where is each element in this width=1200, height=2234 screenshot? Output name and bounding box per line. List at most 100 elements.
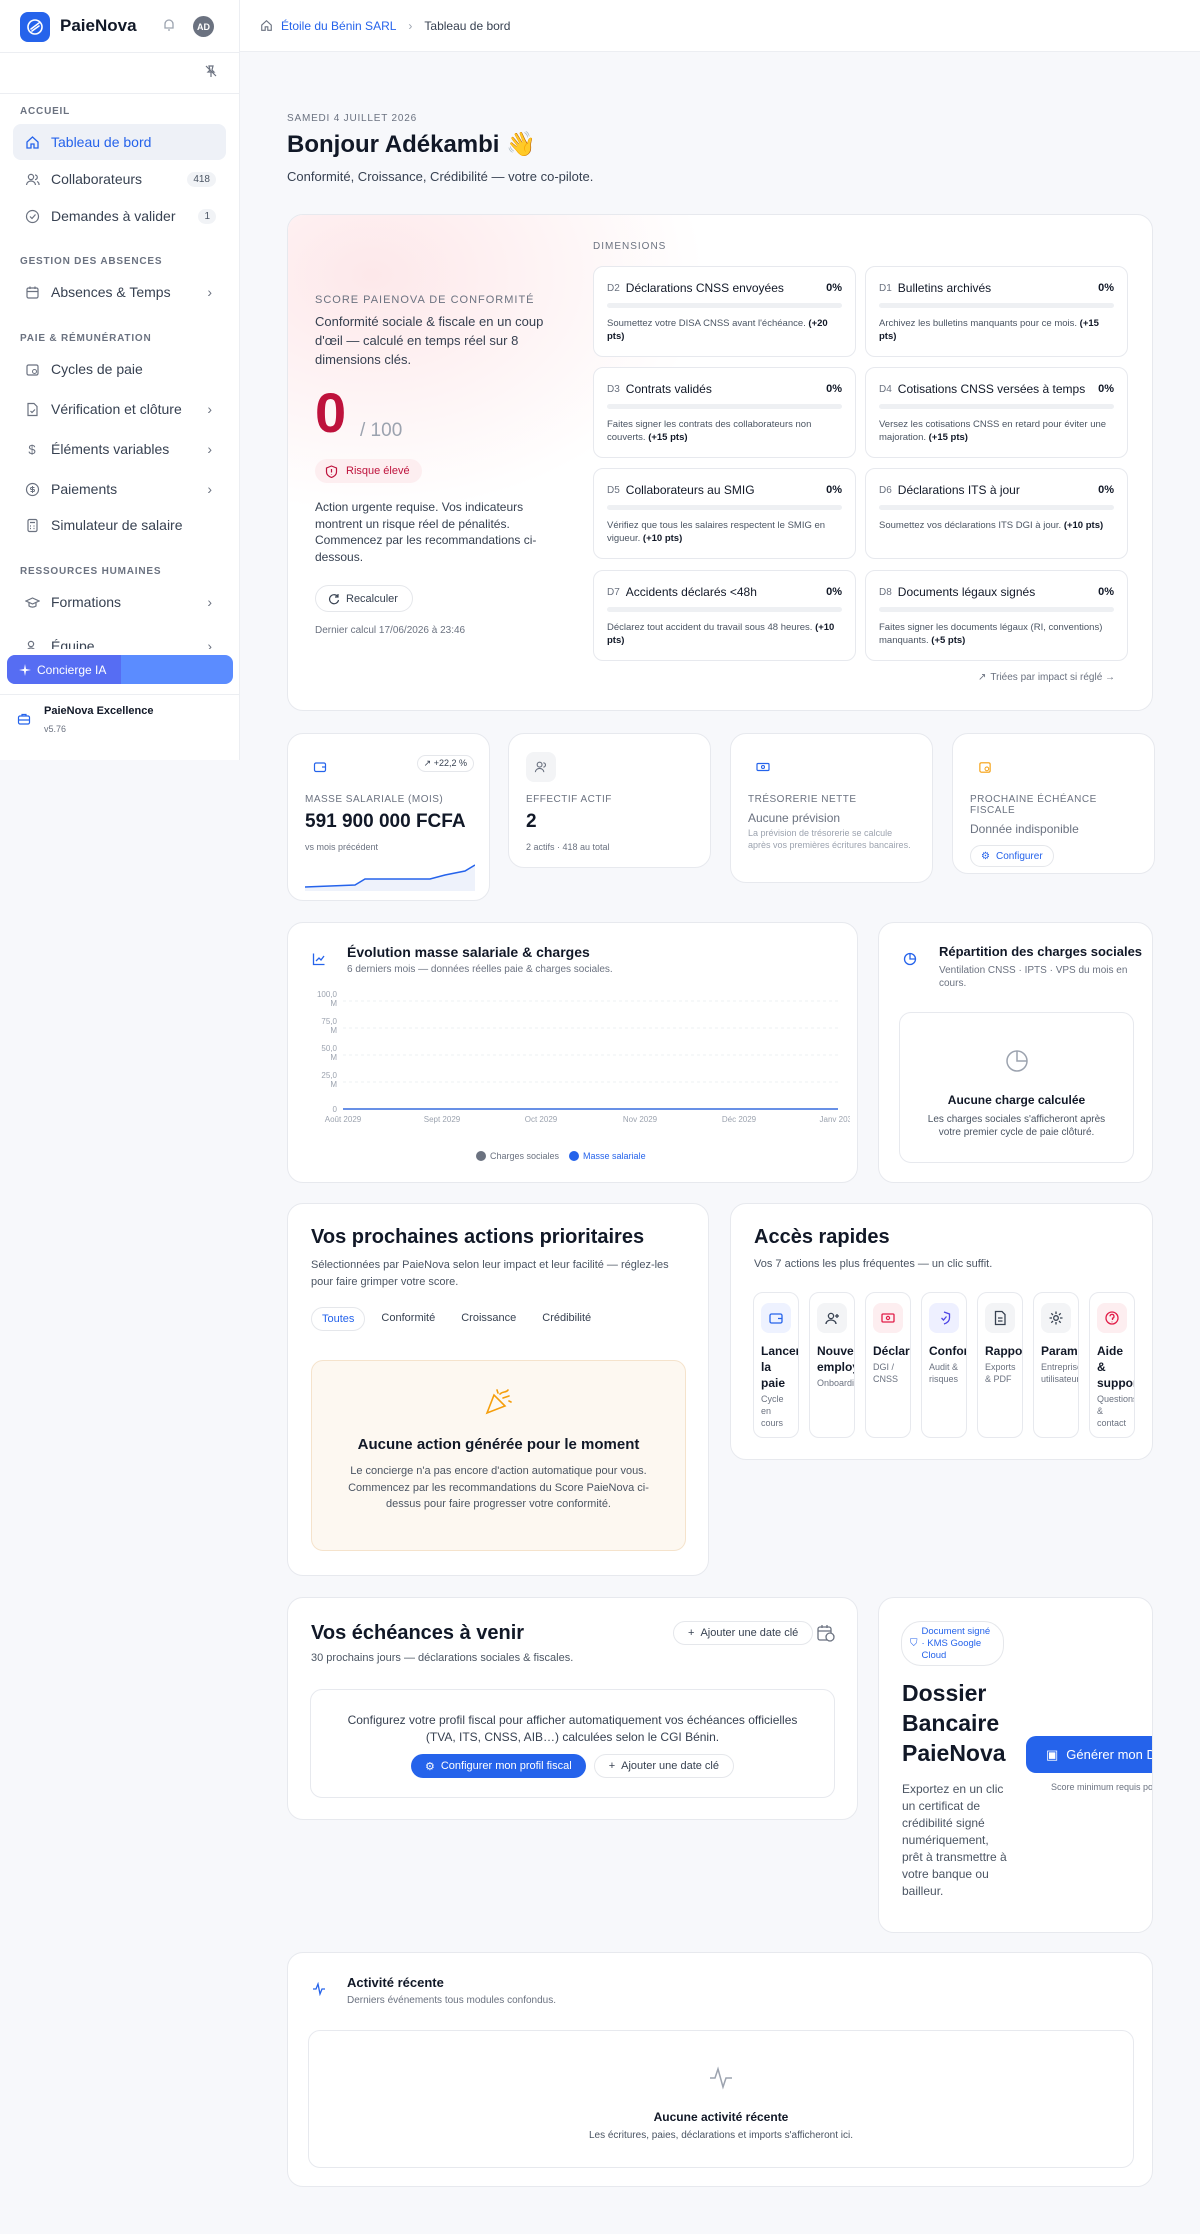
sidebar-item-simulateur[interactable]: Simulateur de salaire	[13, 507, 226, 543]
dimension-percent: 0%	[1098, 383, 1114, 395]
home-icon	[24, 135, 40, 150]
recalculate-button[interactable]: Recalculer	[315, 585, 413, 612]
dossier-note: Score minimum requis pour générer	[1051, 1782, 1153, 1792]
x-tick-label: Août 2029	[325, 1115, 362, 1124]
quick-action[interactable]: Déclarer DGI / CNSS	[865, 1292, 911, 1438]
configure-fiscal-profile-button[interactable]: ⚙ Configurer mon profil fiscal	[410, 1754, 586, 1778]
x-tick-label: Nov 2029	[623, 1115, 658, 1124]
sidebar-item-demandes[interactable]: Demandes à valider 1	[13, 198, 226, 234]
signed-document-badge: ⛉ Document signé · KMS Google Cloud	[901, 1621, 1004, 1666]
dimension-code: D8	[879, 586, 892, 598]
configure-button[interactable]: ⚙ Configurer	[970, 845, 1054, 867]
dimension-card[interactable]: D7 Accidents déclarés <48h 0% Déclarez tout…	[593, 570, 856, 661]
dimension-name: Déclarations ITS à jour	[897, 483, 1020, 497]
file-text-icon	[985, 1303, 1015, 1333]
kpi-sub: vs mois précédent	[305, 842, 379, 852]
sidebar-item-dashboard[interactable]: Tableau de bord	[13, 124, 226, 160]
tab-credibilite[interactable]: Crédibilité	[532, 1307, 601, 1331]
fiscal-profile-text: Configurez votre profil fiscal pour affi…	[347, 1713, 798, 1744]
concierge-ia-button[interactable]: Concierge IA	[7, 655, 233, 684]
dimension-hint: Faites signer les contrats des collabora…	[607, 419, 812, 443]
wallet-icon	[761, 1303, 791, 1333]
y-tick-label: 50,0 M	[321, 1044, 337, 1062]
dimension-hint: Déclarez tout accident du travail sous 4…	[607, 622, 813, 633]
generate-dossier-button[interactable]: ▣ Générer mon Dossier	[1026, 1736, 1152, 1773]
quick-action[interactable]: Nouvel employé Onboarding	[809, 1292, 855, 1438]
quick-action[interactable]: Aide & support Questions & contact	[1089, 1292, 1135, 1438]
kpi-treasury[interactable]: TRÉSORERIE NETTE Aucune prévision La pré…	[730, 733, 933, 883]
legend-item[interactable]: Charges sociales	[476, 1151, 559, 1161]
add-key-date-button-2[interactable]: + Ajouter une date clé	[593, 1754, 734, 1778]
dimensions-title: DIMENSIONS	[593, 241, 667, 252]
empty-text: Les écritures, paies, déclarations et im…	[588, 2130, 854, 2141]
breadcrumb: Étoile du Bénin SARL › Tableau de bord	[240, 0, 1200, 52]
quick-action[interactable]: Conformité Audit & risques	[921, 1292, 967, 1438]
sidebar-item-paiements[interactable]: Paiements ›	[13, 471, 226, 507]
legend-item[interactable]: Masse salariale	[569, 1151, 646, 1161]
section-rh: RESSOURCES HUMAINES	[20, 566, 162, 577]
dimension-hint: Versez les cotisations CNSS en retard po…	[879, 419, 1107, 443]
tab-conformite[interactable]: Conformité	[371, 1307, 445, 1331]
dimension-card[interactable]: D8 Documents légaux signés 0% Faites signer…	[865, 570, 1128, 661]
plus-icon: +	[608, 1760, 616, 1772]
empty-text: Les charges sociales s'afficheront après…	[927, 1114, 1106, 1138]
section-paie: PAIE & RÉMUNÉRATION	[20, 333, 152, 344]
kpi-payroll[interactable]: ↗ +22,2 % MASSE SALARIALE (MOIS) 591 900…	[287, 733, 490, 901]
pie-chart-icon	[903, 952, 917, 966]
sidebar-item-cycles[interactable]: Cycles de paie	[13, 351, 226, 387]
dimension-name: Contrats validés	[625, 382, 712, 396]
file-check-icon	[24, 402, 40, 417]
add-key-date-button[interactable]: + Ajouter une date clé	[673, 1621, 814, 1645]
y-tick-label: 25,0 M	[321, 1071, 337, 1089]
tab-croissance[interactable]: Croissance	[451, 1307, 526, 1331]
dimension-percent: 0%	[826, 383, 842, 395]
risk-badge: Risque élevé	[315, 459, 422, 483]
last-calc: Dernier calcul 17/06/2026 à 23:46	[315, 625, 466, 636]
avatar[interactable]: AD	[193, 16, 214, 37]
quick-action-sub: Onboarding	[817, 1378, 855, 1388]
home-icon[interactable]	[260, 19, 273, 32]
kpi-tax-deadline[interactable]: PROCHAINE ÉCHÉANCE FISCALE Donnée indisp…	[952, 733, 1155, 874]
quick-action[interactable]: Rapports Exports & PDF	[977, 1292, 1023, 1438]
chevron-right-icon: ›	[408, 18, 413, 33]
breadcrumb-company[interactable]: Étoile du Bénin SARL	[281, 19, 396, 33]
calendar-icon	[24, 285, 40, 300]
calendar-clock-icon[interactable]	[816, 1623, 836, 1643]
calendar-clock-icon	[970, 752, 1000, 782]
quick-action[interactable]: Lancer la paie Cycle en cours	[753, 1292, 799, 1438]
graduation-icon	[24, 595, 40, 610]
sidebar-item-formations[interactable]: Formations ›	[13, 584, 226, 620]
dimension-card[interactable]: D4 Cotisations CNSS versées à temps 0% Vers…	[865, 367, 1128, 458]
dimension-code: D1	[879, 282, 892, 294]
section-accueil: ACCUEIL	[20, 106, 71, 117]
sidebar-item-equipe[interactable]: Équipe ›	[13, 628, 226, 649]
sidebar-item-collaborateurs[interactable]: Collaborateurs 418	[13, 161, 226, 197]
breadcrumb-current: Tableau de bord	[424, 18, 511, 33]
dimension-card[interactable]: D2 Déclarations CNSS envoyées 0% Soumettez …	[593, 266, 856, 357]
x-tick-label: Janv 2030	[820, 1115, 850, 1124]
kpi-label: MASSE SALARIALE (MOIS)	[305, 794, 444, 805]
dimension-code: D4	[879, 383, 892, 395]
sidebar-item-verification[interactable]: Vérification et clôture ›	[13, 391, 226, 427]
bell-icon[interactable]	[162, 18, 176, 32]
actions-subtitle: Sélectionnées par PaieNova selon leur im…	[311, 1259, 669, 1288]
x-tick-label: Oct 2029	[525, 1115, 558, 1124]
quick-action-title: Conformité	[929, 1344, 966, 1358]
dimension-card[interactable]: D1 Bulletins archivés 0% Archivez les bulle…	[865, 266, 1128, 357]
dimension-card[interactable]: D6 Déclarations ITS à jour 0% Soumettez vos…	[865, 468, 1128, 559]
sidebar-item-label: Collaborateurs	[51, 171, 143, 187]
quick-action[interactable]: Paramètres Entreprise, utilisateurs	[1033, 1292, 1079, 1438]
pin-off-icon[interactable]	[204, 64, 218, 78]
sidebar-item-elements[interactable]: $ Éléments variables ›	[13, 431, 226, 467]
sorted-note[interactable]: ↗ Triées par impact si réglé →	[978, 672, 1115, 683]
section-absences: GESTION DES ABSENCES	[20, 256, 163, 267]
sidebar-item-absences[interactable]: Absences & Temps ›	[13, 274, 226, 310]
tab-toutes[interactable]: Toutes	[311, 1307, 366, 1331]
dimension-card[interactable]: D5 Collaborateurs au SMIG 0% Vérifiez que t…	[593, 468, 856, 559]
kpi-staff[interactable]: EFFECTIF ACTIF 2 2 actifs · 418 au total	[508, 733, 711, 868]
brand-name[interactable]: PaieNova	[60, 16, 137, 36]
brand-logo-icon[interactable]	[20, 12, 50, 42]
dimension-hint: Faites signer les documents légaux (RI, …	[879, 622, 1103, 646]
user-plus-icon	[817, 1303, 847, 1333]
dimension-card[interactable]: D3 Contrats validés 0% Faites signer les co…	[593, 367, 856, 458]
